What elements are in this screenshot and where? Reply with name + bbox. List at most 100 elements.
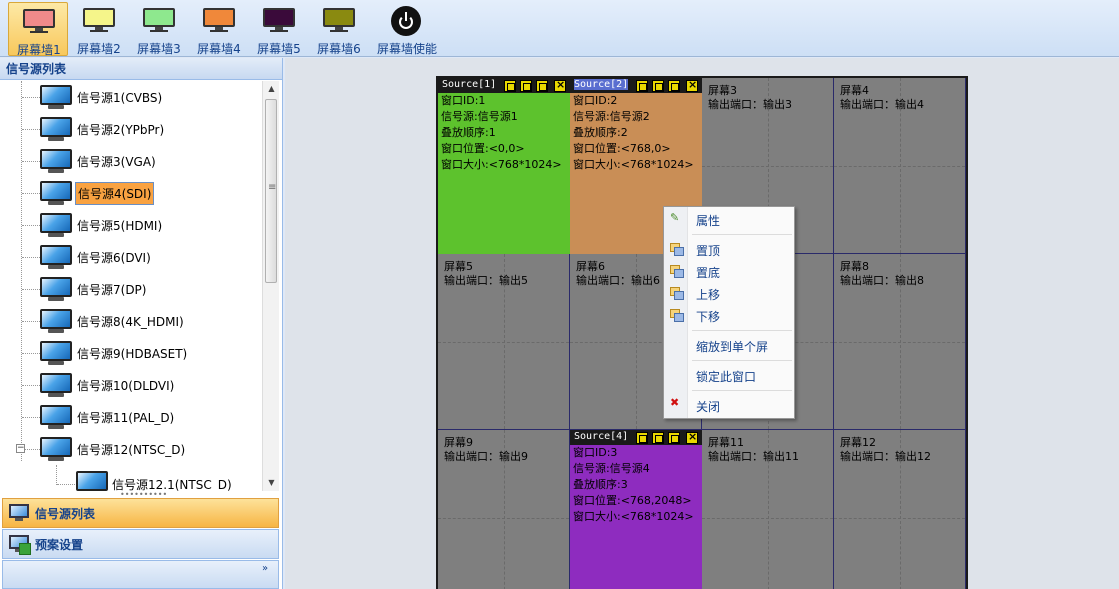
nav-preset-settings[interactable]: 预案设置 bbox=[2, 529, 279, 559]
screen-name: 屏幕11 bbox=[708, 436, 744, 449]
screen-wall-1-button[interactable]: 屏幕墙1 bbox=[8, 2, 68, 57]
close-icon[interactable] bbox=[686, 430, 698, 444]
tree-scrollbar[interactable]: ▲ ≡ ▼ bbox=[262, 81, 279, 491]
tree-item-label-selected: 信号源4(SDI) bbox=[75, 182, 155, 205]
menu-item-lock-window[interactable]: 锁定此窗口 bbox=[664, 365, 794, 385]
screen-port: 输出端口：输出9 bbox=[444, 450, 528, 463]
window-position: 窗口位置:<768,0> bbox=[573, 142, 671, 155]
source-window-4[interactable]: Source[4] 窗口ID:3 信号源:信号源4 叠放顺序:3 窗口位置:<7… bbox=[570, 430, 702, 589]
toolbar: 屏幕墙1 屏幕墙2 屏幕墙3 屏幕墙4 屏幕墙5 屏幕墙6 屏幕墙使能 bbox=[0, 0, 1119, 57]
screen-cell-9[interactable]: 屏幕9 输出端口：输出9 bbox=[438, 430, 570, 589]
window-id: 窗口ID:1 bbox=[441, 94, 486, 107]
monitor-icon bbox=[23, 9, 55, 33]
screen-cell-11[interactable]: 屏幕11 输出端口：输出11 bbox=[702, 430, 834, 589]
refresh-icon[interactable] bbox=[668, 80, 680, 92]
menu-item-properties[interactable]: ✎ 属性 bbox=[664, 209, 794, 229]
tree-item-source-9[interactable]: 信号源9(HDBASET) bbox=[0, 337, 262, 369]
monitor-icon bbox=[143, 8, 175, 32]
menu-item-fit-single-screen[interactable]: 缩放到单个屏 bbox=[664, 335, 794, 355]
monitor-icon bbox=[40, 373, 72, 398]
tree-item-source-10[interactable]: 信号源10(DLDVI) bbox=[0, 369, 262, 401]
screen-port: 输出端口：输出6 bbox=[576, 274, 660, 287]
tree-item-label: 信号源11(PAL_D) bbox=[77, 411, 175, 425]
monitor-icon bbox=[76, 471, 108, 491]
move-up-icon bbox=[670, 287, 684, 300]
menu-label: 下移 bbox=[696, 310, 721, 324]
window-context-menu: ✎ 属性 置顶 置底 上移 下移 缩放到单个屏 锁定此窗口 ✖ 关闭 bbox=[663, 206, 795, 419]
monitor-icon bbox=[40, 277, 72, 302]
window-titlebar[interactable]: Source[1] bbox=[438, 78, 570, 93]
menu-item-send-to-bottom[interactable]: 置底 bbox=[664, 261, 794, 281]
menu-item-bring-to-top[interactable]: 置顶 bbox=[664, 239, 794, 259]
tree-item-source-3[interactable]: 信号源3(VGA) bbox=[0, 145, 262, 177]
screen-name: 屏幕4 bbox=[840, 84, 869, 97]
maximize-icon[interactable] bbox=[652, 432, 664, 444]
refresh-icon[interactable] bbox=[536, 80, 548, 92]
maximize-icon[interactable] bbox=[652, 80, 664, 92]
screen-cell-12[interactable]: 屏幕12 输出端口：输出12 bbox=[834, 430, 966, 589]
nav-label: 预案设置 bbox=[35, 538, 84, 552]
tree-item-source-12-1[interactable]: 信号源12.1(NTSC_D) bbox=[0, 465, 262, 491]
signal-source-panel: 信号源列表 信号源1(CVBS) 信号源2(YPbPr) 信号源3(VGA) 信… bbox=[0, 58, 283, 589]
tree-item-source-1[interactable]: 信号源1(CVBS) bbox=[0, 81, 262, 113]
tree-item-label: 信号源12(NTSC_D) bbox=[77, 443, 186, 457]
menu-item-move-down[interactable]: 下移 bbox=[664, 305, 794, 325]
screen-cell-5[interactable]: 屏幕5 输出端口：输出5 bbox=[438, 254, 570, 430]
menu-item-close[interactable]: ✖ 关闭 bbox=[664, 395, 794, 415]
window-source: 信号源:信号源2 bbox=[573, 110, 650, 123]
close-icon[interactable] bbox=[554, 78, 566, 92]
tree-item-source-11[interactable]: 信号源11(PAL_D) bbox=[0, 401, 262, 433]
close-icon: ✖ bbox=[670, 396, 680, 409]
nav-signal-source-list[interactable]: 信号源列表 bbox=[2, 498, 279, 528]
scrollbar-thumb[interactable]: ≡ bbox=[265, 99, 277, 283]
source-window-1[interactable]: Source[1] 窗口ID:1 信号源:信号源1 叠放顺序:1 窗口位置:<0… bbox=[438, 78, 570, 254]
restore-icon[interactable] bbox=[504, 80, 516, 92]
close-icon[interactable] bbox=[686, 78, 698, 92]
screen-wall-2-button[interactable]: 屏幕墙2 bbox=[69, 2, 129, 56]
refresh-icon[interactable] bbox=[668, 432, 680, 444]
menu-label: 置顶 bbox=[696, 244, 721, 258]
window-titlebar[interactable]: Source[2] bbox=[570, 78, 702, 93]
window-position: 窗口位置:<0,0> bbox=[441, 142, 525, 155]
window-size: 窗口大小:<768*1024> bbox=[441, 158, 562, 171]
menu-label: 锁定此窗口 bbox=[696, 370, 757, 384]
window-order: 叠放顺序:1 bbox=[441, 126, 496, 139]
tree-item-label: 信号源1(CVBS) bbox=[77, 91, 163, 105]
scroll-up-arrow-icon[interactable]: ▲ bbox=[263, 81, 280, 97]
menu-item-move-up[interactable]: 上移 bbox=[664, 283, 794, 303]
screen-port: 输出端口：输出11 bbox=[708, 450, 799, 463]
monitor-icon bbox=[40, 85, 72, 110]
screen-wall-5-button[interactable]: 屏幕墙5 bbox=[249, 2, 309, 56]
restore-icon[interactable] bbox=[636, 432, 648, 444]
screen-cell-4[interactable]: 屏幕4 输出端口：输出4 bbox=[834, 78, 966, 254]
scroll-down-arrow-icon[interactable]: ▼ bbox=[263, 475, 280, 491]
screen-wall-3-button[interactable]: 屏幕墙3 bbox=[129, 2, 189, 56]
window-titlebar[interactable]: Source[4] bbox=[570, 430, 702, 445]
maximize-icon[interactable] bbox=[520, 80, 532, 92]
tree-item-source-6[interactable]: 信号源6(DVI) bbox=[0, 241, 262, 273]
expand-chevron-icon[interactable]: » bbox=[262, 563, 268, 574]
screen-wall-6-button[interactable]: 屏幕墙6 bbox=[309, 2, 369, 56]
monitor-icon bbox=[40, 117, 72, 142]
monitor-icon bbox=[83, 8, 115, 32]
window-source: 信号源:信号源4 bbox=[573, 462, 650, 475]
tree-item-source-5[interactable]: 信号源5(HDMI) bbox=[0, 209, 262, 241]
menu-label: 关闭 bbox=[696, 400, 721, 414]
screen-wall-4-button[interactable]: 屏幕墙4 bbox=[189, 2, 249, 56]
screen-wall-enable-button[interactable]: 屏幕墙使能 bbox=[374, 2, 440, 56]
tree-item-source-8[interactable]: 信号源8(4K_HDMI) bbox=[0, 305, 262, 337]
screen-wall-5-label: 屏幕墙5 bbox=[257, 42, 301, 56]
screen-cell-8[interactable]: 屏幕8 输出端口：输出8 bbox=[834, 254, 966, 430]
power-icon bbox=[391, 6, 421, 36]
window-title: Source[4] bbox=[574, 431, 629, 442]
window-info: 窗口ID:2 信号源:信号源2 叠放顺序:2 窗口位置:<768,0> 窗口大小… bbox=[573, 93, 694, 173]
window-info: 窗口ID:3 信号源:信号源4 叠放顺序:3 窗口位置:<768,2048> 窗… bbox=[573, 445, 694, 525]
tree-item-source-7[interactable]: 信号源7(DP) bbox=[0, 273, 262, 305]
restore-icon[interactable] bbox=[636, 80, 648, 92]
tree-item-source-12[interactable]: − 信号源12(NTSC_D) bbox=[0, 433, 262, 465]
panel-title: 信号源列表 bbox=[0, 58, 282, 80]
window-info: 窗口ID:1 信号源:信号源1 叠放顺序:1 窗口位置:<0,0> 窗口大小:<… bbox=[441, 93, 562, 173]
tree-item-source-2[interactable]: 信号源2(YPbPr) bbox=[0, 113, 262, 145]
collapse-toggle-icon[interactable]: − bbox=[16, 444, 25, 453]
tree-item-source-4[interactable]: 信号源4(SDI) bbox=[0, 177, 262, 209]
